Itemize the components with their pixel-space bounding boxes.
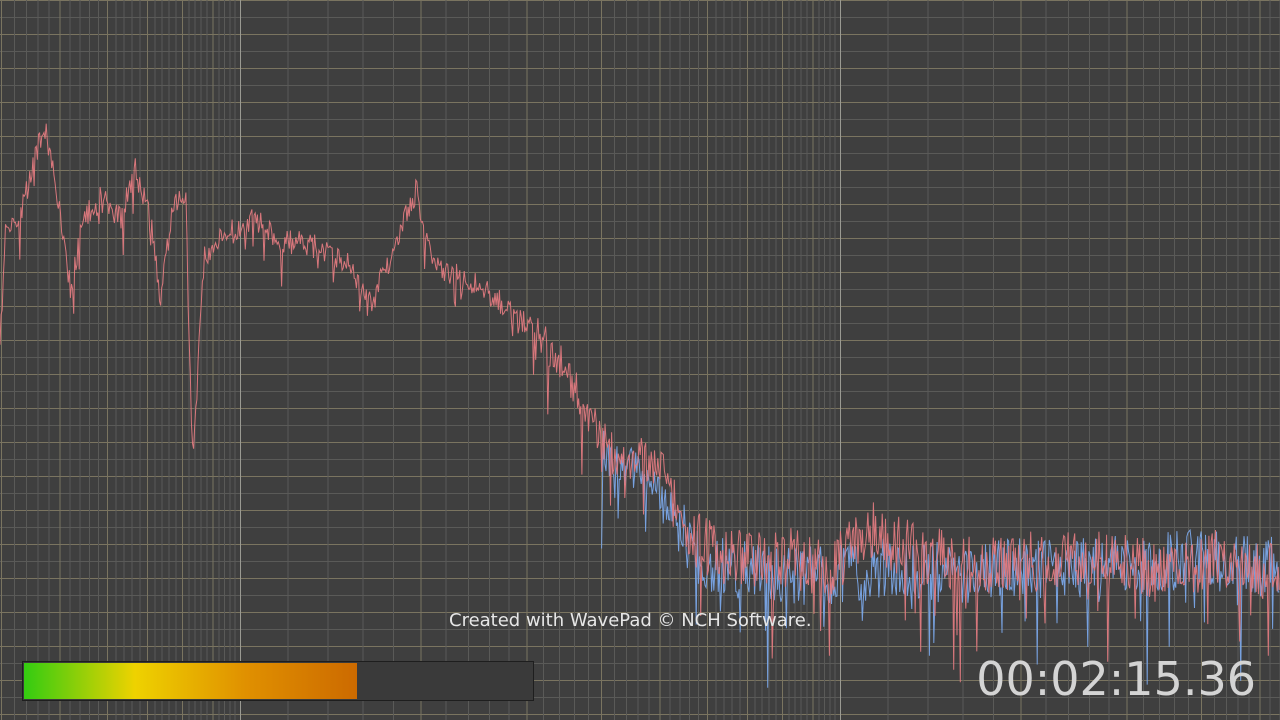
wavepad-watermark: Created with WavePad © NCH Software. bbox=[449, 610, 812, 631]
spectrum-window: Created with WavePad © NCH Software. 00:… bbox=[0, 0, 1280, 720]
playback-timecode: 00:02:15.36 bbox=[976, 652, 1256, 706]
spectrum-series bbox=[0, 123, 1280, 688]
level-meter bbox=[22, 661, 534, 701]
level-meter-fill bbox=[24, 663, 357, 699]
spectrum-line-left bbox=[0, 123, 1280, 683]
